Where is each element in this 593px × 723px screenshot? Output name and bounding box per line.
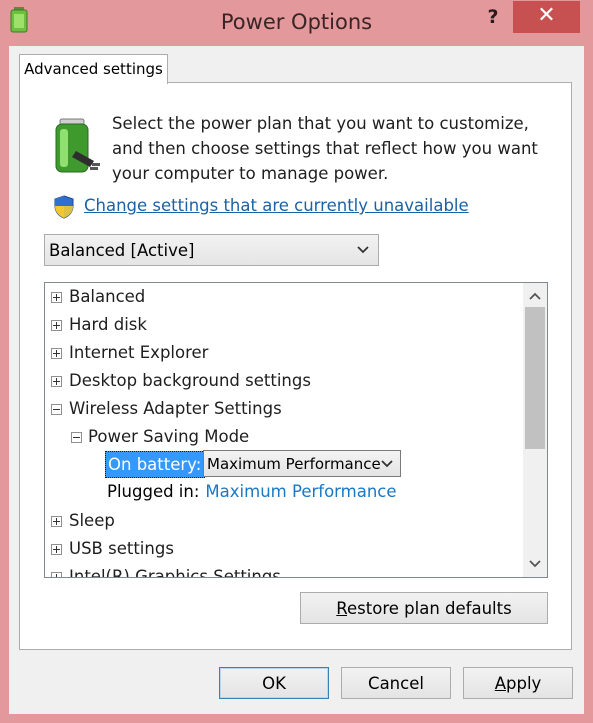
intro-description: Select the power plan that you want to c… [112,114,538,183]
apply-accelerator: A [494,674,506,693]
expand-plus-icon[interactable] [51,292,62,303]
scroll-down-arrow-icon[interactable] [528,557,542,571]
tree-item-label: Sleep [69,511,115,530]
tree-vertical-scrollbar[interactable] [523,283,547,577]
apply-label: pply [506,674,542,693]
expand-plus-icon[interactable] [51,320,62,331]
collapse-minus-icon[interactable] [51,404,62,415]
plugged-in-label: Plugged in: [107,482,200,501]
dialog-client-area: Advanced settings Select the power plan … [9,46,584,714]
tree-item-label: Desktop background settings [69,371,311,390]
cancel-button[interactable]: Cancel [341,667,451,699]
on-battery-select-value: Maximum Performance [207,455,381,473]
power-plan-select[interactable]: Balanced [Active] [44,234,379,266]
expand-plus-icon[interactable] [51,348,62,359]
restore-accelerator: R [336,599,348,618]
expand-plus-icon[interactable] [51,572,62,577]
tree-item-label: Intel(R) Graphics Settings [69,567,281,578]
tree-item-label: Hard disk [69,315,147,334]
uac-shield-icon [54,195,74,219]
tab-advanced-settings[interactable]: Advanced settings [19,54,168,84]
battery-plug-icon [55,118,100,173]
restore-label: estore plan defaults [347,599,512,618]
expand-plus-icon[interactable] [51,516,62,527]
expand-plus-icon[interactable] [51,376,62,387]
power-plan-select-value: Balanced [Active] [49,241,195,260]
tree-item-label: USB settings [69,539,174,558]
settings-tree[interactable]: Balanced Hard disk Internet Explorer Des… [44,282,548,578]
close-button[interactable]: ✕ [513,1,580,33]
tree-item-label: Power Saving Mode [88,427,250,446]
apply-button[interactable]: Apply [463,667,573,699]
plugged-in-value[interactable]: Maximum Performance [205,482,396,501]
on-battery-label[interactable]: On battery: [105,451,206,478]
tree-item-label: Wireless Adapter Settings [69,399,282,418]
advanced-settings-panel: Select the power plan that you want to c… [19,82,572,650]
ok-button[interactable]: OK [219,667,329,699]
scroll-up-arrow-icon[interactable] [528,289,542,303]
collapse-minus-icon[interactable] [71,432,82,443]
plugged-in-setting[interactable]: Plugged in: Maximum Performance [107,479,397,505]
title-bar[interactable]: Power Options ? ✕ [0,0,593,46]
help-button[interactable]: ? [478,2,508,32]
change-settings-link[interactable]: Change settings that are currently unava… [84,196,469,215]
chevron-down-icon [357,246,369,254]
on-battery-select[interactable]: Maximum Performance [203,450,401,477]
tree-item-label: Internet Explorer [69,343,209,362]
restore-plan-defaults-button[interactable]: Restore plan defaults [300,592,548,624]
tree-item-label: Balanced [69,287,146,306]
chevron-down-icon [381,460,393,468]
scroll-thumb[interactable] [525,307,545,449]
expand-plus-icon[interactable] [51,544,62,555]
